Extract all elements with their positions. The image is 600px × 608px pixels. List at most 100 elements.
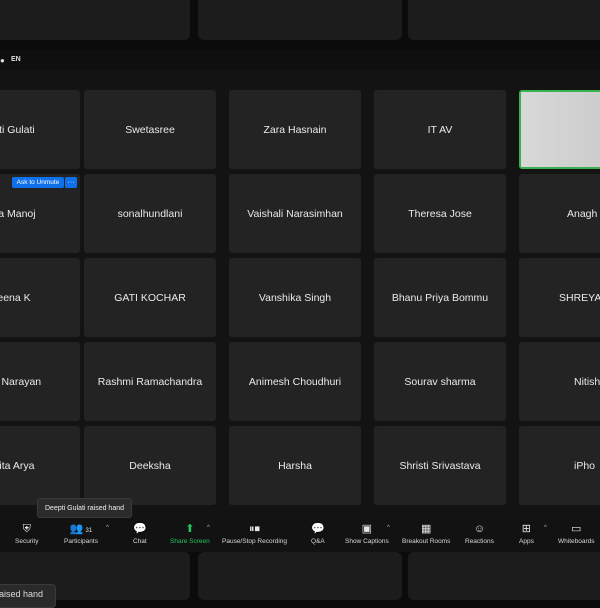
participant-name: ha Narayan xyxy=(0,375,42,388)
apps-caret-icon[interactable]: ^ xyxy=(544,525,547,531)
reactions-button[interactable]: ☺ Reactions xyxy=(465,522,494,545)
background-tile xyxy=(198,0,402,40)
apps-icon: ⊞ xyxy=(521,523,532,535)
show-captions-button[interactable]: ▣ Show Captions xyxy=(345,522,389,545)
participant-name: eena K xyxy=(0,291,31,304)
whiteboards-button[interactable]: ▭ Whiteboards xyxy=(558,522,595,545)
pause-stop-icon: ⏸⏹ xyxy=(249,523,261,535)
share-screen-button[interactable]: ⬆ Share Screen xyxy=(170,522,210,545)
participant-tile[interactable]: Bhanu Priya Bommu xyxy=(374,258,506,337)
meeting-window: ● EN pti Gulati Swetasree Zara Hasnain I… xyxy=(0,50,600,552)
captions-label: Show Captions xyxy=(345,538,389,545)
captions-caret-icon[interactable]: ^ xyxy=(387,525,390,531)
participant-tile[interactable]: Zara Hasnain xyxy=(229,90,361,169)
whiteboards-label: Whiteboards xyxy=(558,538,595,545)
participant-name: iPho xyxy=(574,459,596,472)
security-button[interactable]: ⛨ Security xyxy=(15,522,38,545)
participant-tile[interactable]: pti Gulati xyxy=(0,90,80,169)
participant-tile[interactable]: eena K xyxy=(0,258,80,337)
participant-name: sonalhundlani xyxy=(117,207,183,220)
participant-tile[interactable]: sonalhundlani xyxy=(84,174,216,253)
background-tile xyxy=(198,552,402,600)
participant-tile[interactable]: Deeksha xyxy=(84,426,216,505)
participant-name: Swetasree xyxy=(125,123,175,136)
chat-icon: 💬 xyxy=(133,523,147,535)
background-tile xyxy=(0,0,190,40)
participant-name: GATI KOCHAR xyxy=(114,291,186,304)
participant-tile[interactable]: Sourav sharma xyxy=(374,342,506,421)
participant-tile[interactable]: ha Narayan xyxy=(0,342,80,421)
chat-button[interactable]: 💬 Chat xyxy=(133,522,147,545)
breakout-rooms-button[interactable]: ▦ Breakout Rooms xyxy=(402,522,450,545)
participant-tile[interactable]: Rashmi Ramachandra xyxy=(84,342,216,421)
participants-count: 31 xyxy=(85,528,93,534)
participant-tile[interactable]: Swetasree xyxy=(84,90,216,169)
qa-button[interactable]: 💬 Q&A xyxy=(311,522,325,545)
background-tile xyxy=(408,552,600,600)
share-screen-icon: ⬆ xyxy=(185,523,195,535)
reactions-label: Reactions xyxy=(465,538,494,545)
participant-name: Anagh xyxy=(567,207,598,220)
qa-label: Q&A xyxy=(311,538,325,545)
participant-name: pti Gulati xyxy=(0,123,35,136)
breakout-label: Breakout Rooms xyxy=(402,538,451,545)
participants-label: Participants xyxy=(64,538,98,545)
apps-button[interactable]: ⊞ Apps xyxy=(519,522,534,545)
participant-tile[interactable]: SHREYA xyxy=(519,258,600,337)
status-dot-icon: ● xyxy=(0,56,5,65)
participants-icon: 👥 31 xyxy=(69,523,93,535)
participant-tile[interactable]: Harsha xyxy=(229,426,361,505)
participant-name: hita Arya xyxy=(0,459,35,472)
raised-hand-tooltip: Deepti Gulati raised hand xyxy=(37,498,132,518)
participant-name: Vaishali Narasimhan xyxy=(247,207,343,220)
background-tile xyxy=(408,0,600,40)
participant-name: Nitish xyxy=(574,375,600,388)
participant-name: Animesh Choudhuri xyxy=(248,375,342,388)
participant-tile[interactable]: Vanshika Singh xyxy=(229,258,361,337)
participant-tile[interactable]: Anagh xyxy=(519,174,600,253)
more-options-button[interactable]: ··· xyxy=(65,177,77,188)
breakout-rooms-icon: ▦ xyxy=(421,523,432,535)
participant-tile[interactable]: Vaishali Narasimhan xyxy=(229,174,361,253)
participants-button[interactable]: 👥 31 Participants xyxy=(64,522,98,545)
participant-name: Zara Hasnain xyxy=(263,123,327,136)
participant-name: Theresa Jose xyxy=(408,207,472,220)
language-indicator[interactable]: EN xyxy=(11,56,21,63)
qa-icon: 💬 xyxy=(311,523,325,535)
reactions-icon: ☺ xyxy=(473,523,486,535)
participant-tile[interactable]: iPho xyxy=(519,426,600,505)
participant-tile[interactable]: Shristi Srivastava xyxy=(374,426,506,505)
participant-name: Sourav sharma xyxy=(404,375,476,388)
participant-name: SHREYA xyxy=(559,291,600,304)
shield-icon: ⛨ xyxy=(22,523,31,535)
participant-tile[interactable]: GATI KOCHAR xyxy=(84,258,216,337)
participant-name: Bhanu Priya Bommu xyxy=(391,291,489,304)
participant-tile[interactable]: Nitish xyxy=(519,342,600,421)
participant-name: IT AV xyxy=(427,123,453,136)
apps-label: Apps xyxy=(519,538,534,545)
participant-name: Vanshika Singh xyxy=(258,291,332,304)
chat-label: Chat xyxy=(133,538,147,545)
video-tile[interactable] xyxy=(519,90,600,169)
participant-name: Shristi Srivastava xyxy=(399,459,481,472)
ask-to-unmute-button[interactable]: Ask to Unmute xyxy=(12,177,64,188)
participant-name: Harsha xyxy=(278,459,312,472)
participants-caret-icon[interactable]: ^ xyxy=(106,525,109,531)
video-feed xyxy=(521,92,600,167)
participant-tile[interactable]: hita Arya xyxy=(0,426,80,505)
whiteboard-icon: ▭ xyxy=(571,523,582,535)
share-screen-label: Share Screen xyxy=(170,538,210,545)
participant-name: na Manoj xyxy=(0,207,36,220)
participant-tile[interactable]: IT AV xyxy=(374,90,506,169)
participant-tile[interactable]: Theresa Jose xyxy=(374,174,506,253)
security-label: Security xyxy=(15,538,39,545)
participant-tile[interactable]: Animesh Choudhuri xyxy=(229,342,361,421)
pause-stop-recording-button[interactable]: ⏸⏹ Pause/Stop Recording xyxy=(222,522,287,545)
share-screen-caret-icon[interactable]: ^ xyxy=(207,525,210,531)
meeting-toolbar: ⛨ Security 👥 31 Participants ^ 💬 Chat ⬆ S… xyxy=(0,518,600,552)
captions-icon: ▣ xyxy=(361,523,373,535)
participant-name: Deeksha xyxy=(129,459,171,472)
raised-hand-notice: aised hand xyxy=(0,584,56,608)
pause-stop-label: Pause/Stop Recording xyxy=(222,538,288,545)
participant-name: Rashmi Ramachandra xyxy=(97,375,203,388)
